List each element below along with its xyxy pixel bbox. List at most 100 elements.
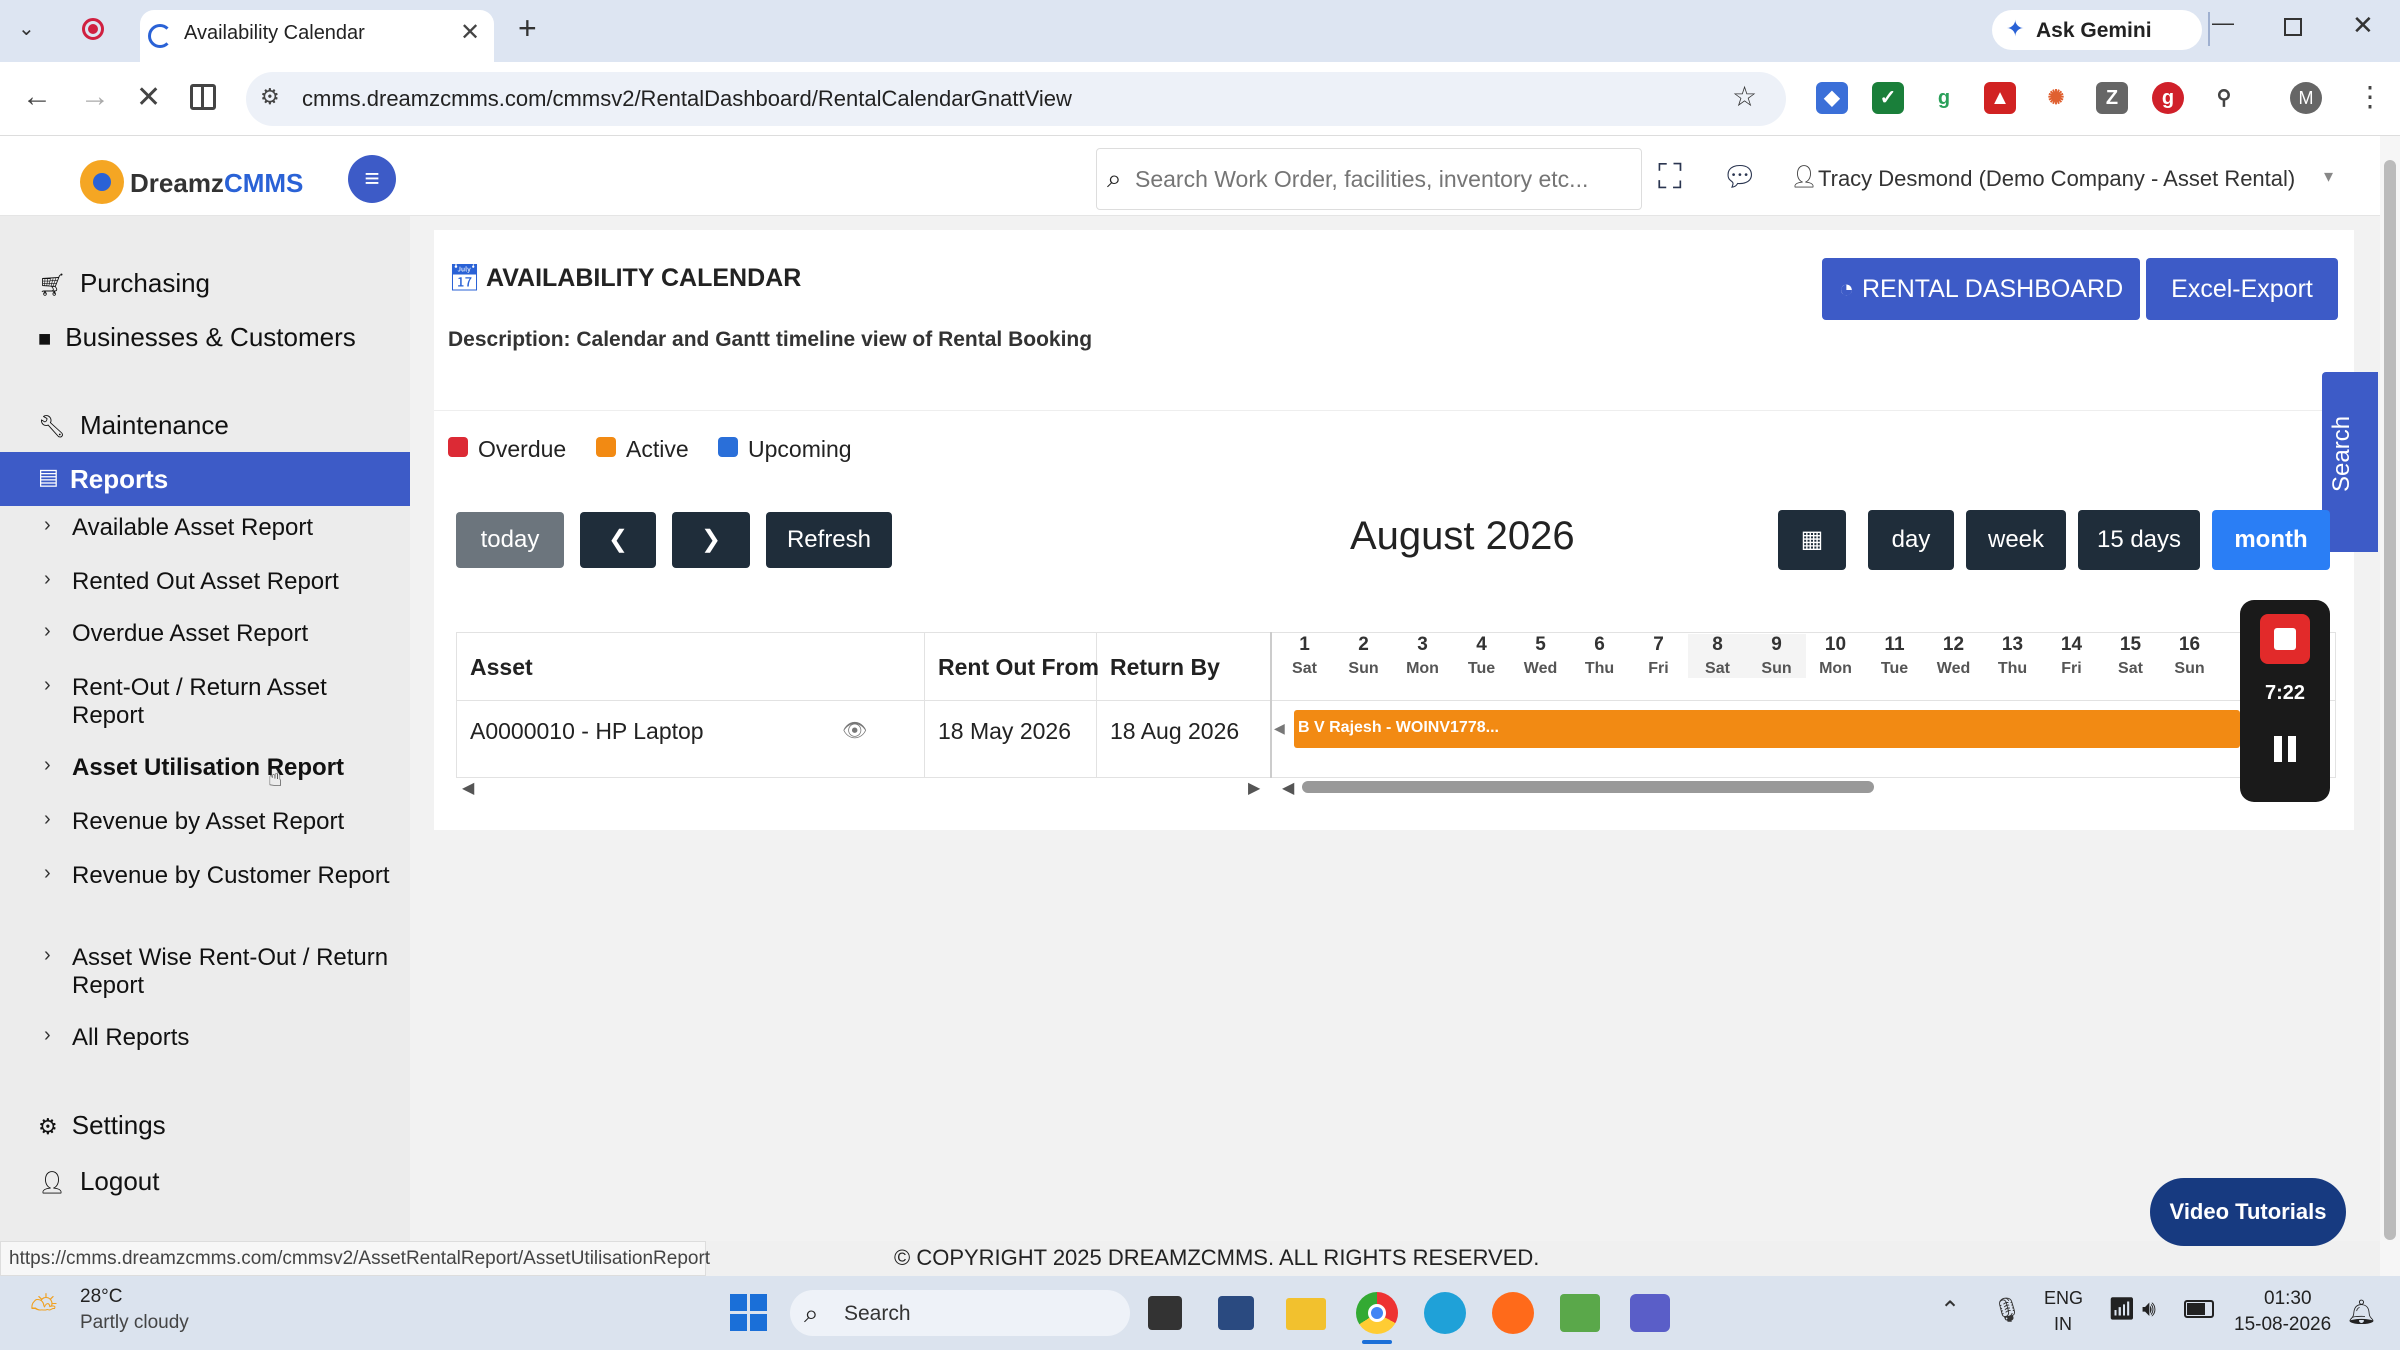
url-text[interactable]: cmms.dreamzcmms.com/cmmsv2/RentalDashboa…: [302, 86, 1072, 112]
day-name: Sun: [1761, 660, 1792, 677]
view-week-button[interactable]: week: [1966, 510, 2066, 570]
back-icon[interactable]: ←: [22, 80, 52, 114]
weather-icon[interactable]: ⛅︎: [30, 1290, 57, 1329]
video-tutorials-button[interactable]: Video Tutorials: [2150, 1178, 2346, 1246]
profile-avatar[interactable]: M: [2290, 82, 2322, 114]
search-side-tab[interactable]: Search: [2322, 372, 2378, 552]
page-scrollbar-thumb[interactable]: [2384, 160, 2396, 1240]
legend-active: Active: [626, 436, 689, 462]
clock-time[interactable]: 01:30: [2264, 1288, 2312, 1310]
report-all-reports[interactable]: All Reports: [72, 1024, 392, 1052]
extension-5-icon[interactable]: ✺: [2040, 82, 2072, 114]
pdf-extension-icon[interactable]: ▲: [1984, 82, 2016, 114]
sidebar-item-reports[interactable]: ▤ Reports: [0, 452, 410, 506]
lang-in[interactable]: IN: [2054, 1314, 2072, 1335]
excel-export-button[interactable]: Excel-Export: [2146, 258, 2338, 320]
scroll-left-icon[interactable]: ◀: [1282, 778, 1294, 798]
chrome-icon[interactable]: [1356, 1292, 1398, 1334]
minimize-icon[interactable]: —: [2212, 10, 2234, 36]
extensions-puzzle-icon[interactable]: ⚲: [2208, 82, 2240, 114]
user-menu[interactable]: Tracy Desmond (Demo Company - Asset Rent…: [1818, 166, 2295, 192]
taskbar-search[interactable]: ⌕ Search: [790, 1290, 1130, 1336]
scroll-left-icon[interactable]: ◀: [462, 778, 474, 798]
date-picker-button[interactable]: ▦: [1778, 510, 1846, 570]
rental-dashboard-button[interactable]: ◔ RENTAL DASHBOARD: [1822, 258, 2140, 320]
chat-icon[interactable]: 💬︎: [1722, 160, 1758, 193]
report-rented-out[interactable]: Rented Out Asset Report: [72, 568, 392, 596]
report-overdue[interactable]: Overdue Asset Report: [72, 620, 392, 648]
edge-icon[interactable]: [1424, 1292, 1466, 1334]
teams-icon[interactable]: [1630, 1294, 1670, 1332]
close-window-icon[interactable]: ✕: [2352, 10, 2374, 41]
sidebar-item-logout[interactable]: 👤︎ Logout: [38, 1166, 159, 1197]
global-search-input[interactable]: [1135, 159, 1629, 199]
cell-asset[interactable]: A0000010 - HP Laptop: [470, 718, 704, 745]
menu-dots-icon[interactable]: ⋮: [2356, 80, 2384, 113]
report-revenue-by-asset[interactable]: Revenue by Asset Report: [72, 808, 392, 836]
new-tab-icon[interactable]: +: [518, 10, 537, 47]
windows-start-icon[interactable]: [730, 1294, 768, 1332]
horizontal-scrollbar-thumb[interactable]: [1302, 781, 1874, 793]
chevron-up-icon[interactable]: ⌃: [1940, 1296, 1960, 1325]
report-revenue-by-customer[interactable]: Revenue by Customer Report: [72, 862, 392, 890]
report-asset-utilisation[interactable]: Asset Utilisation Report: [72, 754, 392, 782]
wifi-icon[interactable]: 📶︎: [2108, 1296, 2136, 1322]
task-view-icon[interactable]: [1148, 1296, 1182, 1330]
prev-button[interactable]: ❮: [580, 512, 656, 568]
restore-icon[interactable]: [2284, 18, 2302, 36]
global-search[interactable]: ⌕: [1096, 148, 1642, 210]
tab-list-icon[interactable]: ⌄: [18, 16, 35, 41]
sidebar-item-purchasing[interactable]: 🛒︎ Purchasing: [38, 268, 210, 299]
scan-icon[interactable]: ⛶: [1658, 158, 1682, 197]
pause-icon[interactable]: [2288, 736, 2296, 762]
stop-icon[interactable]: ✕: [136, 80, 161, 115]
bookmark-star-icon[interactable]: ☆: [1732, 80, 1757, 113]
scroll-right-icon[interactable]: ▶: [1248, 778, 1260, 798]
booking-bar-active[interactable]: B V Rajesh - WOINV1778...: [1294, 710, 2240, 748]
sidebar-item-settings[interactable]: ⚙ Settings: [38, 1110, 166, 1141]
extension-3-icon[interactable]: g: [1928, 82, 1960, 114]
next-button[interactable]: ❯: [672, 512, 750, 568]
battery-icon[interactable]: [2184, 1300, 2214, 1318]
firefox-icon[interactable]: [1492, 1292, 1534, 1334]
today-button[interactable]: today: [456, 512, 564, 568]
microphone-icon[interactable]: 🎙︎: [1992, 1296, 2022, 1325]
split-view-icon[interactable]: [190, 84, 216, 110]
clock-date[interactable]: 15-08-2026: [2234, 1314, 2331, 1336]
extension-7-icon[interactable]: g: [2152, 82, 2184, 114]
lang-eng[interactable]: ENG: [2044, 1288, 2083, 1309]
volume-icon[interactable]: 🔊︎: [2142, 1296, 2156, 1322]
image-app-icon[interactable]: [1560, 1294, 1600, 1332]
view-day-button[interactable]: day: [1868, 510, 1954, 570]
notification-bell-icon[interactable]: 🔔︎: [2346, 1298, 2376, 1327]
report-asset-wise-rent-out[interactable]: Asset Wise Rent-Out / Return Report: [72, 944, 392, 1000]
forward-icon[interactable]: →: [80, 80, 110, 114]
ask-gemini-button[interactable]: ✦ Ask Gemini: [1992, 10, 2202, 50]
view-15-days-button[interactable]: 15 days: [2078, 510, 2200, 570]
tab-close-icon[interactable]: ✕: [460, 18, 480, 47]
refresh-button[interactable]: Refresh: [766, 512, 892, 568]
site-info-icon[interactable]: ⚙: [260, 84, 280, 110]
bar-left-arrow-icon: ◀: [1274, 720, 1285, 736]
record-icon[interactable]: [82, 18, 104, 40]
omnibox[interactable]: ⚙ cmms.dreamzcmms.com/cmmsv2/RentalDashb…: [246, 72, 1786, 126]
mail-app-icon[interactable]: [1218, 1296, 1254, 1330]
sidebar-item-maintenance[interactable]: 🔧︎ Maintenance: [38, 410, 229, 441]
stop-recording-button[interactable]: [2260, 614, 2310, 664]
extension-6-icon[interactable]: Z: [2096, 82, 2128, 114]
pause-icon[interactable]: [2274, 736, 2282, 762]
user-menu-caret-icon[interactable]: ▾: [2324, 166, 2333, 187]
sidebar-item-businesses[interactable]: ■ Businesses & Customers: [38, 322, 356, 353]
page-scrollbar[interactable]: [2380, 136, 2400, 1276]
browser-tab-active[interactable]: Availability Calendar ✕: [140, 10, 494, 62]
hamburger-menu-icon[interactable]: ≡: [348, 155, 396, 203]
report-available-asset[interactable]: Available Asset Report: [72, 514, 392, 542]
report-rent-out-return[interactable]: Rent-Out / Return Asset Report: [72, 674, 392, 730]
eye-icon[interactable]: 👁︎: [842, 718, 867, 743]
extension-1-icon[interactable]: ◆: [1816, 82, 1848, 114]
divider: [456, 700, 2336, 701]
app-logo[interactable]: DreamzCMMS: [130, 168, 303, 199]
file-explorer-icon[interactable]: [1286, 1298, 1326, 1330]
view-month-button[interactable]: month: [2212, 510, 2330, 570]
extension-2-icon[interactable]: ✓: [1872, 82, 1904, 114]
